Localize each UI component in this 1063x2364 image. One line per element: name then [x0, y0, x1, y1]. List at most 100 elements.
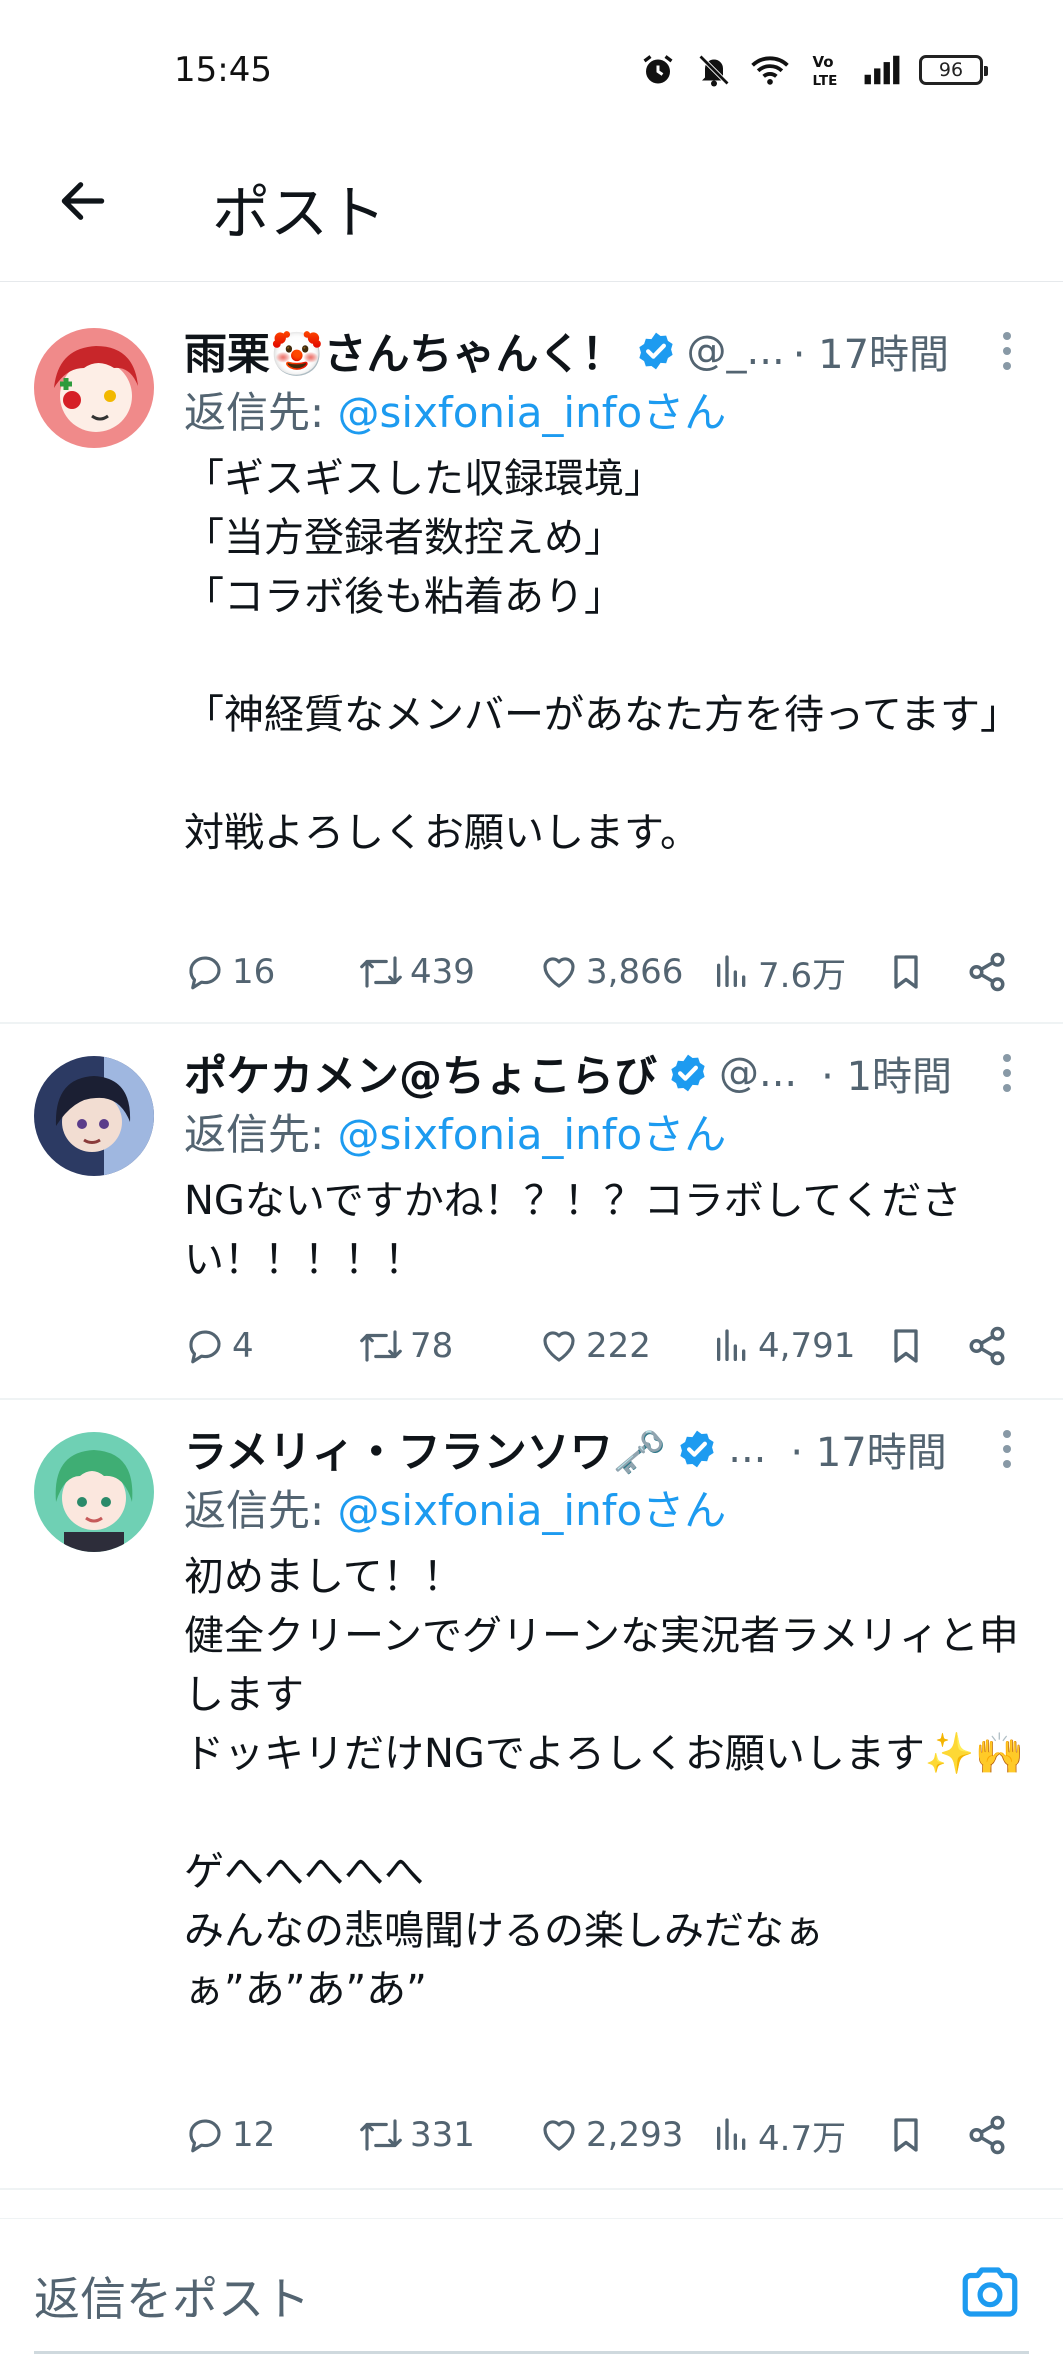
like-count: 222	[586, 1326, 651, 1366]
share-button[interactable]	[966, 1325, 1008, 1367]
avatar[interactable]	[34, 1432, 154, 1552]
retweet-count: 78	[410, 1326, 454, 1366]
more-icon[interactable]	[987, 1048, 1027, 1098]
status-time: 15:45	[174, 50, 272, 90]
like-icon	[543, 957, 575, 988]
tweet-actions: 4 78 222 4,791	[184, 1316, 1033, 1376]
like-count: 2,293	[586, 2115, 684, 2155]
verified-icon	[638, 332, 673, 370]
bookmark-button[interactable]	[886, 2113, 966, 2157]
more-icon[interactable]	[987, 1424, 1027, 1474]
views-button[interactable]: 4,791	[712, 1326, 886, 1366]
mute-icon	[695, 51, 733, 89]
bookmark-icon	[894, 2118, 918, 2152]
reply-button[interactable]: 16	[184, 951, 358, 993]
battery-icon: 96	[919, 55, 988, 85]
reply-input[interactable]: 返信をポスト	[34, 2263, 310, 2329]
author-name[interactable]: 雨栗🤡さんちゃんく！	[184, 320, 625, 382]
retweet-icon	[360, 1330, 402, 1362]
back-arrow-icon	[61, 182, 105, 220]
views-button[interactable]: 4.7万	[712, 2111, 886, 2160]
views-icon	[717, 955, 746, 987]
share-button[interactable]	[966, 951, 1008, 993]
reply-icon	[189, 2119, 221, 2153]
author-name[interactable]: ラメリィ・フランソワ🗝️	[184, 1418, 666, 1480]
avatar[interactable]	[34, 328, 154, 448]
camera-button[interactable]	[957, 2259, 1023, 2325]
reply-button[interactable]: 12	[184, 2114, 358, 2156]
like-count: 3,866	[586, 952, 684, 992]
views-count: 7.6万	[758, 955, 847, 996]
verified-icon	[671, 1054, 705, 1092]
top-app-bar: ポスト	[0, 140, 1063, 282]
views-icon	[717, 2118, 746, 2150]
share-icon	[969, 952, 1005, 992]
svg-text:LTE: LTE	[813, 73, 838, 88]
replying-to: 返信先: @sixfonia_infoさん	[184, 1104, 1027, 1166]
tweet-time[interactable]: · 17時間	[790, 1420, 946, 1478]
tweet-text: NGないですかね！？！？コラボしてください！！！！！	[184, 1178, 962, 1283]
views-button[interactable]: 7.6万	[712, 948, 886, 997]
input-underline	[34, 2351, 1029, 2354]
author-handle[interactable]: @...	[719, 1050, 797, 1096]
replying-to: 返信先: @sixfonia_infoさん	[184, 1480, 1027, 1542]
author-handle[interactable]: @_...	[687, 328, 785, 374]
reply-mention-link[interactable]: @sixfonia_infoさん	[338, 388, 727, 437]
reply-tweet[interactable]: ポケカメン@ちょこらび @... · 1時間 返信先: @sixfonia_in…	[0, 1024, 1063, 1400]
retweet-button[interactable]: 331	[358, 2114, 538, 2156]
views-count: 4,791	[758, 1326, 856, 1366]
more-icon[interactable]	[987, 326, 1027, 376]
retweet-button[interactable]: 78	[358, 1325, 538, 1367]
status-icons: Vo LTE 96	[639, 48, 988, 92]
like-button[interactable]: 3,866	[538, 951, 712, 993]
like-button[interactable]: 222	[538, 1325, 712, 1367]
reply-tweet[interactable]: ラメリィ・フランソワ🗝️ ... · 17時間 返信先: @sixfonia_i…	[0, 1400, 1063, 2190]
share-icon	[969, 1326, 1005, 1366]
wifi-icon	[751, 51, 789, 89]
reply-tweet[interactable]: 雨栗🤡さんちゃんく！ @_... · 17時間 返信先: @sixfonia_i…	[0, 282, 1063, 1024]
verified-icon	[680, 1430, 714, 1468]
retweet-button[interactable]: 439	[358, 951, 538, 993]
signal-icon	[863, 51, 901, 89]
tweet-time[interactable]: · 17時間	[793, 322, 949, 380]
like-button[interactable]: 2,293	[538, 2114, 712, 2156]
reply-mention-link[interactable]: @sixfonia_infoさん	[338, 1486, 727, 1535]
tweet-actions: 12 331 2,293 4.7万	[184, 2105, 1033, 2165]
reply-mention-link[interactable]: @sixfonia_infoさん	[338, 1110, 727, 1159]
like-icon	[543, 2120, 575, 2151]
views-icon	[717, 1329, 746, 1361]
tweet-header: ポケカメン@ちょこらび @... · 1時間	[184, 1042, 1027, 1104]
reply-button[interactable]: 4	[184, 1325, 358, 1367]
bookmark-button[interactable]	[886, 1324, 966, 1368]
retweet-count: 439	[410, 952, 475, 992]
reply-count: 12	[232, 2115, 276, 2155]
bookmark-button[interactable]	[886, 950, 966, 994]
tweet-text: 「ギスギスした収録環境」 「当方登録者数控えめ」 「コラボ後も粘着あり」 「神経…	[184, 456, 1020, 856]
volte-icon: Vo LTE	[807, 51, 845, 89]
replying-to: 返信先: @sixfonia_infoさん	[184, 382, 1027, 444]
author-name[interactable]: ポケカメン@ちょこらび	[184, 1042, 657, 1104]
camera-icon	[962, 2267, 1018, 2317]
alarm-icon	[639, 51, 677, 89]
avatar[interactable]	[34, 1056, 154, 1176]
tweet-actions: 16 439 3,866 7.6万	[184, 942, 1033, 1002]
tweet-text: 初めまして！！ 健全クリーンでグリーンな実況者ラメリィと申します ドッキリだけN…	[184, 1554, 1025, 2013]
tweet-header: ラメリィ・フランソワ🗝️ ... · 17時間	[184, 1418, 1027, 1480]
tweet-header: 雨栗🤡さんちゃんく！ @_... · 17時間	[184, 320, 1027, 382]
page-title: ポスト	[212, 179, 387, 247]
reply-icon	[189, 956, 221, 990]
retweet-icon	[360, 956, 402, 988]
back-button[interactable]	[50, 168, 116, 234]
tweet-time[interactable]: · 1時間	[821, 1044, 952, 1102]
retweet-count: 331	[410, 2115, 475, 2155]
retweet-icon	[360, 2119, 402, 2151]
share-button[interactable]	[966, 2114, 1008, 2156]
author-handle[interactable]: ...	[728, 1426, 766, 1472]
reply-composer: 返信をポスト	[0, 2218, 1063, 2364]
reply-count: 16	[232, 952, 276, 992]
bookmark-icon	[894, 955, 918, 989]
reply-prefix: 返信先:	[184, 388, 338, 437]
views-count: 4.7万	[758, 2118, 847, 2159]
svg-text:Vo: Vo	[813, 53, 834, 71]
like-icon	[543, 1331, 575, 1362]
